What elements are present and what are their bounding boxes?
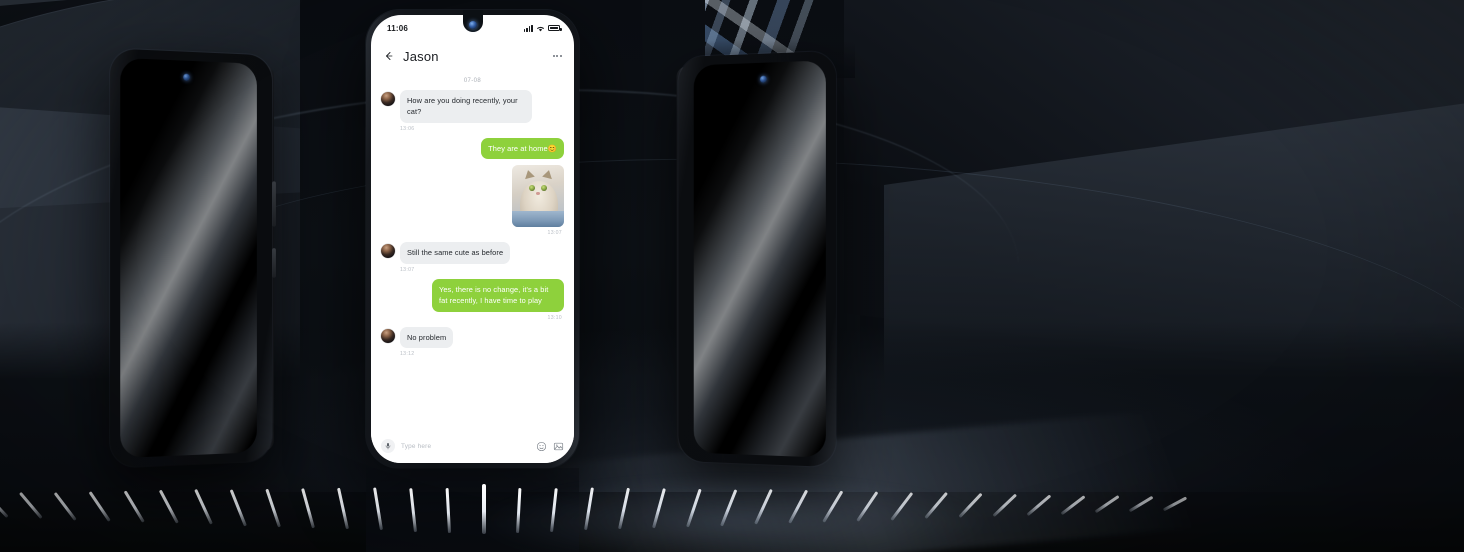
front-camera-icon bbox=[468, 21, 477, 29]
vignette bbox=[0, 0, 1464, 552]
phone-center-notch bbox=[462, 10, 483, 32]
product-scene: 11:06 Jason bbox=[0, 0, 1464, 552]
